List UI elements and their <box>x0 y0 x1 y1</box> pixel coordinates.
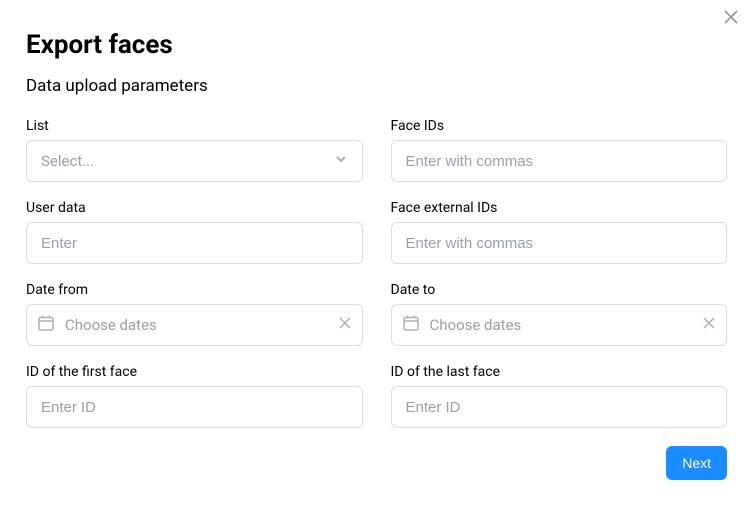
face-ids-input[interactable] <box>391 140 728 182</box>
field-date-to: Date to Choose dates <box>391 282 728 346</box>
id-last-face-input[interactable] <box>391 386 728 428</box>
list-label: List <box>26 118 363 134</box>
calendar-icon <box>402 314 420 336</box>
face-external-ids-input[interactable] <box>391 222 728 264</box>
close-button[interactable] <box>721 8 741 28</box>
id-last-face-label: ID of the last face <box>391 364 728 380</box>
field-user-data: User data <box>26 200 363 264</box>
list-placeholder: Select... <box>41 152 94 170</box>
date-from-placeholder: Choose dates <box>65 316 338 334</box>
field-id-first-face: ID of the first face <box>26 364 363 428</box>
date-to-placeholder: Choose dates <box>430 316 703 334</box>
field-face-ids: Face IDs <box>391 118 728 182</box>
field-list: List Select... <box>26 118 363 182</box>
modal-subtitle: Data upload parameters <box>26 76 727 96</box>
id-first-face-input[interactable] <box>26 386 363 428</box>
date-to-label: Date to <box>391 282 728 298</box>
field-face-external-ids: Face external IDs <box>391 200 728 264</box>
modal-footer: Next <box>26 446 727 480</box>
user-data-input[interactable] <box>26 222 363 264</box>
list-select[interactable]: Select... <box>26 140 363 182</box>
user-data-label: User data <box>26 200 363 216</box>
close-icon <box>724 9 738 28</box>
date-from-input[interactable]: Choose dates <box>26 304 363 346</box>
next-button[interactable]: Next <box>666 446 727 480</box>
face-external-ids-label: Face external IDs <box>391 200 728 216</box>
face-ids-label: Face IDs <box>391 118 728 134</box>
date-to-input[interactable]: Choose dates <box>391 304 728 346</box>
form-grid: List Select... Face IDs User data Face e… <box>26 118 727 428</box>
clear-icon[interactable] <box>338 316 352 334</box>
calendar-icon <box>37 314 55 336</box>
field-date-from: Date from Choose dates <box>26 282 363 346</box>
field-id-last-face: ID of the last face <box>391 364 728 428</box>
date-from-label: Date from <box>26 282 363 298</box>
chevron-down-icon <box>334 152 348 170</box>
clear-icon[interactable] <box>702 316 716 334</box>
modal-title: Export faces <box>26 30 727 60</box>
id-first-face-label: ID of the first face <box>26 364 363 380</box>
export-faces-modal: Export faces Data upload parameters List… <box>0 0 753 500</box>
